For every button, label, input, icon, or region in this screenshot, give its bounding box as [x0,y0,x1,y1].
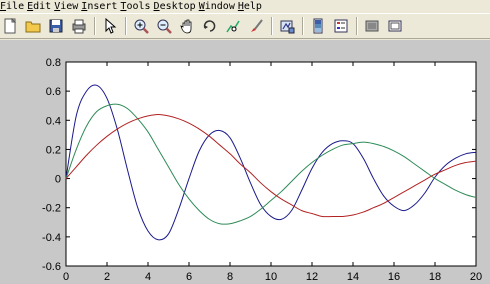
y-tick-label: 0.8 [46,57,61,69]
zoom-out-button[interactable] [154,16,174,36]
rotate-3d-button[interactable] [200,16,220,36]
hide-plot-tools-icon [365,20,379,32]
zoom-in-icon [134,19,149,34]
menu-file[interactable]: File [0,1,27,13]
legend-button[interactable] [331,16,351,36]
data-cursor-button[interactable] [223,16,243,36]
edit-plot-arrow-button[interactable] [100,16,120,36]
x-tick-label: 14 [347,271,359,283]
pan-hand-icon [180,19,192,34]
menu-desktop[interactable]: Desktop [154,1,199,13]
menu-tools[interactable]: Tools [120,1,153,13]
open-file-button[interactable] [23,16,43,36]
link-plot-icon [280,20,295,34]
x-tick-label: 2 [104,271,110,283]
colorbar-icon [313,18,323,34]
x-tick-label: 16 [388,271,400,283]
menu-bar: File Edit View Insert Tools Desktop Window Help [0,0,490,13]
new-figure-button[interactable] [0,16,20,36]
hide-plot-tools-button[interactable] [362,16,382,36]
brush-button[interactable] [246,16,266,36]
y-tick-label: -0.4 [42,232,61,244]
menu-window[interactable]: Window [199,1,238,13]
zoom-out-icon [157,19,172,34]
data-cursor-icon [226,20,240,33]
y-tick-label: -0.2 [42,203,61,215]
toolbar-separator [125,17,127,35]
print-icon [72,19,86,34]
open-file-icon [25,21,41,33]
x-tick-label: 0 [63,271,69,283]
figure-toolbar [0,13,490,39]
save-icon [49,19,63,33]
legend-icon [334,19,348,33]
x-tick-label: 4 [145,271,151,283]
link-plot-button[interactable] [277,16,297,36]
toolbar-separator [271,17,273,35]
save-button[interactable] [46,16,66,36]
y-tick-label: 0.2 [46,144,61,156]
menu-edit[interactable]: Edit [27,1,54,13]
y-tick-label: 0 [55,174,61,186]
x-tick-label: 18 [429,271,441,283]
new-figure-icon [4,18,17,34]
x-tick-label: 6 [186,271,192,283]
brush-icon [251,19,263,32]
pan-hand-button[interactable] [177,16,197,36]
x-tick-label: 12 [306,271,318,283]
zoom-in-button[interactable] [131,16,151,36]
edit-plot-arrow-icon [105,18,117,34]
x-tick-label: 8 [227,271,233,283]
show-plot-tools-icon [388,20,402,32]
plot-svg: 0 2 4 6 8 10 12 14 16 18 20 -0.6 -0.4 -0.2 0 0.2 0.4 0.6 0… [42,57,482,283]
menu-help[interactable]: Help [238,1,265,13]
show-plot-tools-button[interactable] [385,16,405,36]
colorbar-button[interactable] [308,16,328,36]
toolbar-separator [356,17,358,35]
y-tick-label: 0.4 [46,115,61,127]
rotate-3d-icon [203,20,216,32]
menu-view[interactable]: View [54,1,81,13]
toolbar-separator [302,17,304,35]
x-tick-label: 10 [265,271,277,283]
y-tick-label: -0.6 [42,261,61,273]
toolbar-separator [94,17,96,35]
y-tick-label: 0.6 [46,86,61,98]
print-button[interactable] [69,16,89,36]
figure-canvas: 0 2 4 6 8 10 12 14 16 18 20 -0.6 -0.4 -0.2 0 0.2 0.4 0.6 0… [0,40,490,284]
x-tick-label: 20 [470,271,482,283]
menu-insert[interactable]: Insert [81,1,120,13]
